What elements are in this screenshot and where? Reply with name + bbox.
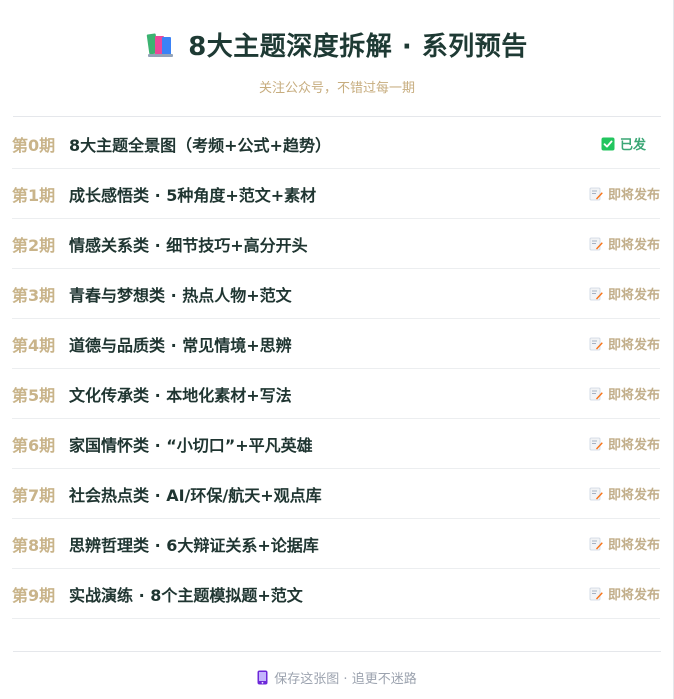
episode-number: 第3期	[12, 285, 56, 305]
episode-number: 第4期	[12, 335, 56, 355]
list-item: 第8期 思辨哲理类 · 6大辩证关系+论据库 即将发布	[12, 519, 660, 569]
memo-icon	[589, 337, 603, 350]
episode-topic: 实战演练 · 8个主题模拟题+范文	[69, 585, 303, 605]
list-item: 第3期 青春与梦想类 · 热点人物+范文 即将发布	[12, 269, 660, 319]
footer-divider	[13, 651, 661, 652]
status-badge: 即将发布	[589, 584, 660, 603]
books-icon	[146, 33, 174, 57]
episode-topic: 文化传承类 · 本地化素材+写法	[69, 385, 292, 405]
status-label: 即将发布	[607, 488, 660, 503]
title-row: 8大主题深度拆解 · 系列预告	[0, 26, 674, 63]
status-label: 即将发布	[607, 438, 660, 453]
episode-number: 第6期	[12, 435, 56, 455]
status-label: 即将发布	[607, 538, 660, 553]
list-item: 第6期 家国情怀类 · “小切口”+平凡英雄 即将发布	[12, 419, 660, 469]
status-label: 已发	[619, 138, 646, 153]
episode-number: 第2期	[12, 235, 56, 255]
footer-text: 保存这张图 · 追更不迷路	[274, 672, 417, 687]
status-label: 即将发布	[607, 238, 660, 253]
status-label: 即将发布	[607, 588, 660, 603]
status-badge: 即将发布	[589, 284, 660, 303]
status-label: 即将发布	[607, 188, 660, 203]
memo-icon	[589, 587, 603, 600]
memo-icon	[589, 287, 603, 300]
status-badge: 即将发布	[589, 184, 660, 203]
episode-list: 第0期 8大主题全景图（考频+公式+趋势） 已发第1期 成长感悟类 · 5种角度+范文…	[12, 117, 660, 619]
episode-topic: 8大主题全景图（考频+公式+趋势）	[69, 135, 331, 155]
header: 8大主题深度拆解 · 系列预告 关注公众号，不错过每一期	[0, 0, 674, 96]
list-item: 第2期 情感关系类 · 细节技巧+高分开头 即将发布	[12, 219, 660, 269]
subtitle: 关注公众号，不错过每一期	[258, 81, 415, 96]
status-label: 即将发布	[607, 388, 660, 403]
episode-topic: 家国情怀类 · “小切口”+平凡英雄	[69, 435, 313, 455]
list-item: 第5期 文化传承类 · 本地化素材+写法 即将发布	[12, 369, 660, 419]
episode-number: 第0期	[12, 135, 56, 155]
status-badge: 已发	[601, 134, 646, 153]
memo-icon	[589, 387, 603, 400]
episode-topic: 情感关系类 · 细节技巧+高分开头	[69, 235, 308, 255]
page-title: 8大主题深度拆解 · 系列预告	[188, 32, 528, 62]
status-badge: 即将发布	[589, 334, 660, 353]
status-badge: 即将发布	[589, 534, 660, 553]
status-badge: 即将发布	[589, 434, 660, 453]
episode-number: 第7期	[12, 485, 56, 505]
episode-number: 第9期	[12, 585, 56, 605]
list-item: 第7期 社会热点类 · AI/环保/航天+观点库 即将发布	[12, 469, 660, 519]
series-preview-card: 8大主题深度拆解 · 系列预告 关注公众号，不错过每一期 第0期 8大主题全景图（…	[0, 0, 674, 699]
episode-topic: 青春与梦想类 · 热点人物+范文	[69, 285, 292, 305]
list-item: 第0期 8大主题全景图（考频+公式+趋势） 已发	[12, 119, 660, 169]
check-box-icon	[601, 137, 615, 150]
memo-icon	[589, 437, 603, 450]
footer: 保存这张图 · 追更不迷路	[0, 668, 674, 687]
memo-icon	[589, 537, 603, 550]
episode-number: 第5期	[12, 385, 56, 405]
list-item: 第4期 道德与品质类 · 常见情境+思辨 即将发布	[12, 319, 660, 369]
status-badge: 即将发布	[589, 384, 660, 403]
memo-icon	[589, 237, 603, 250]
list-item: 第9期 实战演练 · 8个主题模拟题+范文 即将发布	[12, 569, 660, 619]
episode-number: 第1期	[12, 185, 56, 205]
phone-icon	[257, 670, 268, 685]
episode-topic: 社会热点类 · AI/环保/航天+观点库	[69, 485, 322, 505]
episode-topic: 思辨哲理类 · 6大辩证关系+论据库	[69, 535, 319, 555]
status-label: 即将发布	[607, 338, 660, 353]
episode-topic: 成长感悟类 · 5种角度+范文+素材	[69, 185, 317, 205]
status-badge: 即将发布	[589, 234, 660, 253]
episode-number: 第8期	[12, 535, 56, 555]
status-badge: 即将发布	[589, 484, 660, 503]
memo-icon	[589, 187, 603, 200]
memo-icon	[589, 487, 603, 500]
status-label: 即将发布	[607, 288, 660, 303]
list-item: 第1期 成长感悟类 · 5种角度+范文+素材 即将发布	[12, 169, 660, 219]
episode-topic: 道德与品质类 · 常见情境+思辨	[69, 335, 292, 355]
